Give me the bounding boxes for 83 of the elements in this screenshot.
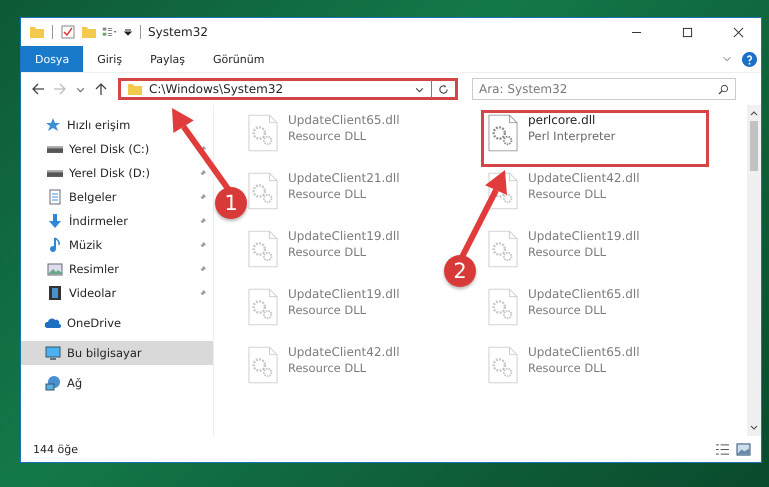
file-item[interactable]: UpdateClient65.dll Resource DLL bbox=[244, 110, 404, 156]
file-type: Resource DLL bbox=[288, 129, 368, 143]
file-item[interactable]: UpdateClient19.dll Resource DLL bbox=[484, 226, 644, 272]
close-icon bbox=[732, 26, 744, 38]
gear-file-icon bbox=[248, 229, 278, 269]
music-note-icon bbox=[47, 237, 63, 253]
file-item[interactable]: UpdateClient65.dll Resource DLL bbox=[484, 284, 644, 330]
address-bar[interactable]: C:\Windows\System32 bbox=[118, 78, 458, 100]
sidebar-item[interactable]: İndirmeler bbox=[21, 209, 213, 233]
item-count: 144 öğe bbox=[33, 442, 78, 456]
sidebar-item[interactable]: Hızlı erişim bbox=[21, 113, 213, 137]
file-name: UpdateClient19.dll bbox=[288, 287, 400, 301]
file-item[interactable]: perlcore.dll Perl Interpreter bbox=[481, 110, 709, 167]
search-icon bbox=[718, 84, 729, 94]
file-item[interactable]: UpdateClient42.dll Resource DLL bbox=[244, 342, 404, 388]
file-name: UpdateClient65.dll bbox=[528, 345, 640, 359]
ribbon-tab[interactable]: Görünüm bbox=[199, 46, 278, 72]
gear-file-icon bbox=[488, 229, 518, 269]
file-type: Resource DLL bbox=[288, 303, 368, 317]
drive-icon bbox=[47, 170, 63, 176]
step-number-badge: 2 bbox=[444, 255, 476, 287]
picture-icon bbox=[47, 261, 63, 277]
file-type: Resource DLL bbox=[528, 361, 608, 375]
window-title: System32 bbox=[148, 25, 208, 39]
gear-file-icon bbox=[248, 345, 278, 385]
gear-file-icon bbox=[248, 113, 278, 153]
gear-file-icon bbox=[248, 287, 278, 327]
file-name: UpdateClient21.dll bbox=[288, 171, 400, 185]
ribbon-tab[interactable]: Paylaş bbox=[136, 46, 199, 72]
file-name: UpdateClient42.dll bbox=[528, 171, 640, 185]
file-type: Resource DLL bbox=[528, 303, 608, 317]
file-type: Resource DLL bbox=[288, 361, 368, 375]
file-name: perlcore.dll bbox=[528, 113, 596, 127]
download-arrow-icon bbox=[47, 213, 63, 229]
file-name: UpdateClient19.dll bbox=[288, 229, 400, 243]
gear-file-icon bbox=[488, 287, 518, 327]
details-view-icon[interactable] bbox=[715, 442, 730, 456]
file-type: Resource DLL bbox=[288, 245, 368, 259]
help-icon[interactable] bbox=[742, 52, 757, 66]
file-name: UpdateClient65.dll bbox=[288, 113, 400, 127]
ribbon-tab[interactable]: Dosya bbox=[21, 46, 84, 72]
sidebar-item[interactable]: Resimler bbox=[21, 257, 213, 281]
file-type: Resource DLL bbox=[288, 187, 368, 201]
refresh-icon[interactable] bbox=[438, 84, 449, 94]
gear-file-icon bbox=[248, 171, 278, 211]
sidebar-item[interactable]: Ağ bbox=[21, 371, 213, 395]
scrollbar[interactable] bbox=[747, 105, 761, 436]
up-arrow-icon[interactable] bbox=[94, 82, 108, 96]
file-item[interactable]: UpdateClient21.dll Resource DLL bbox=[244, 168, 404, 214]
gear-file-icon bbox=[488, 113, 518, 153]
monitor-icon bbox=[45, 345, 61, 361]
sidebar-item[interactable]: Yerel Disk (D:) bbox=[21, 161, 213, 185]
file-type: Resource DLL bbox=[528, 245, 608, 259]
maximize-icon bbox=[682, 26, 692, 38]
sidebar-item[interactable]: OneDrive bbox=[21, 311, 213, 335]
file-type: Perl Interpreter bbox=[528, 129, 616, 143]
file-name: UpdateClient42.dll bbox=[288, 345, 400, 359]
large-icons-view-icon[interactable] bbox=[736, 442, 751, 456]
back-arrow-icon[interactable] bbox=[31, 82, 45, 96]
sidebar-item[interactable]: Belgeler bbox=[21, 185, 213, 209]
star-icon bbox=[45, 117, 61, 133]
step-number-badge: 1 bbox=[215, 187, 247, 219]
drive-icon bbox=[47, 146, 63, 152]
file-type: Resource DLL bbox=[528, 187, 608, 201]
sidebar-item[interactable]: Yerel Disk (C:) bbox=[21, 137, 213, 161]
ribbon-tab[interactable]: Giriş bbox=[83, 46, 136, 72]
file-item[interactable]: UpdateClient19.dll Resource DLL bbox=[244, 226, 404, 272]
checklist-icon[interactable] bbox=[60, 24, 76, 40]
file-name: UpdateClient19.dll bbox=[528, 229, 640, 243]
gear-file-icon bbox=[488, 345, 518, 385]
dropdown-caret-icon[interactable] bbox=[123, 27, 133, 37]
film-icon bbox=[47, 285, 63, 301]
file-item[interactable]: UpdateClient65.dll Resource DLL bbox=[484, 342, 644, 388]
globe-icon bbox=[45, 375, 61, 391]
search-field[interactable]: Ara: System32 bbox=[472, 78, 736, 100]
file-name: UpdateClient65.dll bbox=[528, 287, 640, 301]
sidebar-item[interactable]: Müzik bbox=[21, 233, 213, 257]
folder-icon bbox=[127, 81, 143, 97]
sidebar-item[interactable]: Videolar bbox=[21, 281, 213, 305]
file-item[interactable]: UpdateClient19.dll Resource DLL bbox=[244, 284, 404, 330]
sidebar-item[interactable]: Bu bilgisayar bbox=[21, 341, 213, 365]
document-icon bbox=[47, 189, 63, 205]
scroll-thumb[interactable] bbox=[750, 121, 758, 171]
